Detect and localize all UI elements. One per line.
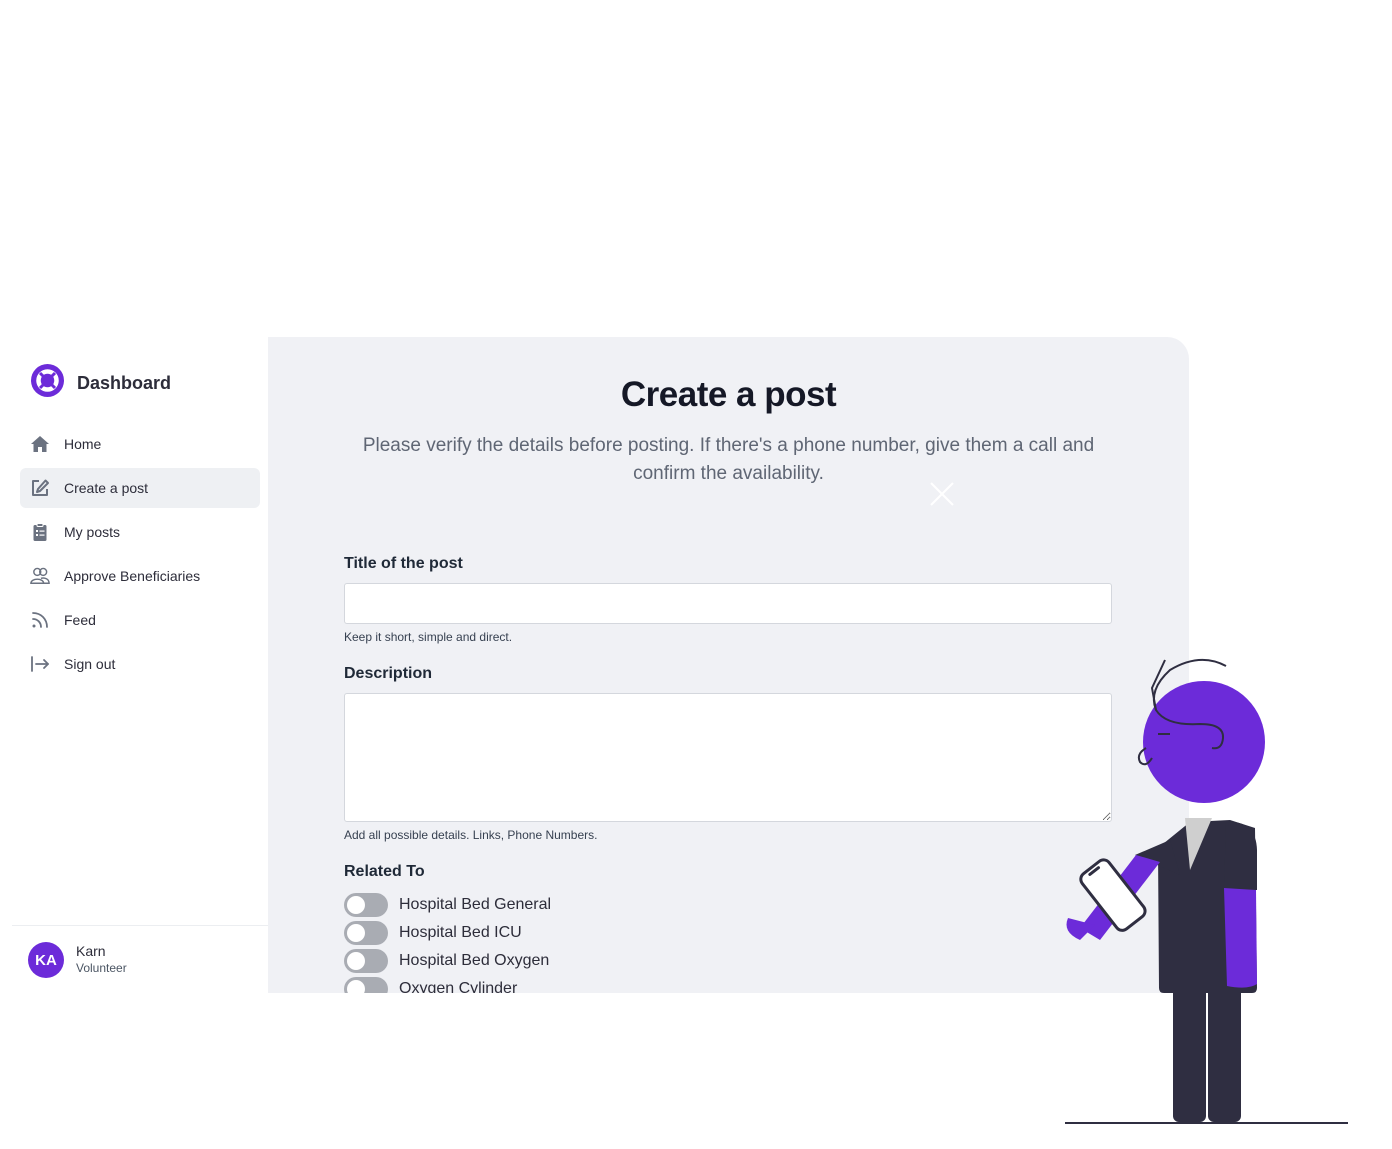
sidebar-item-label: Approve Beneficiaries	[64, 568, 201, 584]
sidebar-item-label: My posts	[64, 524, 121, 540]
toggle-switch[interactable]	[344, 949, 388, 973]
brand[interactable]: Dashboard	[31, 364, 171, 402]
sidebar-item-approve-beneficiaries[interactable]: Approve Beneficiaries	[20, 556, 260, 596]
sidebar-item-feed[interactable]: Feed	[20, 600, 260, 640]
toggle-knob	[347, 980, 365, 993]
related-option: Hospital Bed General	[344, 892, 551, 918]
sign-out-icon	[30, 654, 50, 674]
title-help-text: Keep it short, simple and direct.	[344, 630, 513, 644]
clipboard-icon	[30, 522, 50, 542]
toggle-switch[interactable]	[344, 893, 388, 917]
sidebar-divider	[12, 925, 268, 926]
avatar: KA	[28, 942, 64, 978]
sidebar-item-label: Sign out	[64, 656, 116, 672]
toggle-knob	[347, 924, 365, 942]
home-icon	[30, 434, 50, 454]
related-option: Oxygen Cylinder	[344, 976, 517, 993]
page-subtitle: Please verify the details before posting…	[362, 435, 1095, 484]
toggle-label: Oxygen Cylinder	[399, 980, 518, 993]
lifebuoy-logo-icon	[31, 364, 64, 402]
related-option: Hospital Bed ICU	[344, 920, 522, 946]
edit-icon	[30, 478, 50, 498]
toggle-label: Hospital Bed ICU	[399, 924, 522, 941]
description-textarea[interactable]	[344, 693, 1112, 822]
toggle-label: Hospital Bed Oxygen	[399, 952, 550, 969]
sidebar-item-label: Create a post	[64, 480, 149, 496]
sidebar-item-my-posts[interactable]: My posts	[20, 512, 260, 552]
brand-title: Dashboard	[77, 372, 172, 393]
sidebar-nav: Home Create a post My posts Approve Bene…	[20, 424, 260, 688]
user-meta: Karn Volunteer	[76, 943, 127, 977]
title-input[interactable]	[344, 583, 1112, 624]
sidebar: Dashboard Home Create a post My posts Ap…	[0, 337, 268, 993]
person-with-phone-illustration	[1040, 650, 1360, 1130]
sidebar-item-label: Feed	[64, 612, 96, 628]
sidebar-item-label: Home	[64, 436, 102, 452]
sidebar-item-sign-out[interactable]: Sign out	[20, 644, 260, 684]
toggle-switch[interactable]	[344, 921, 388, 945]
user-role: Volunteer	[76, 961, 127, 975]
close-button[interactable]	[928, 480, 956, 508]
description-label: Description	[344, 665, 433, 682]
rss-icon	[30, 610, 50, 630]
close-icon	[928, 482, 956, 512]
users-icon	[30, 566, 50, 586]
related-option: Hospital Bed Oxygen	[344, 948, 549, 974]
toggle-label: Hospital Bed General	[399, 896, 552, 913]
user-profile[interactable]: KA Karn Volunteer	[28, 942, 127, 978]
toggle-switch[interactable]	[344, 977, 388, 993]
user-name: Karn	[76, 943, 106, 959]
related-label: Related To	[344, 863, 425, 880]
toggle-knob	[347, 896, 365, 914]
toggle-knob	[347, 952, 365, 970]
title-label: Title of the post	[344, 555, 463, 572]
page-title: Create a post	[620, 375, 837, 414]
description-help-text: Add all possible details. Links, Phone N…	[344, 828, 598, 842]
sidebar-item-create-post[interactable]: Create a post	[20, 468, 260, 508]
sidebar-item-home[interactable]: Home	[20, 424, 260, 464]
